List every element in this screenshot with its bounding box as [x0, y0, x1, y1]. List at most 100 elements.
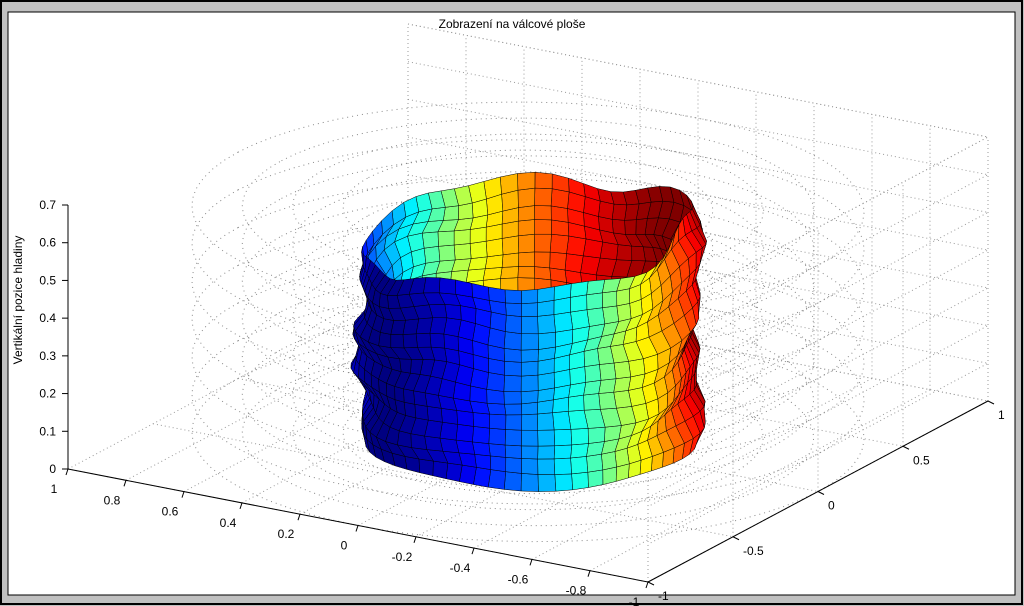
- x-tick-label: -0.4: [450, 561, 471, 575]
- surface-patch: [432, 460, 449, 480]
- surface-patch: [534, 266, 552, 281]
- surface-patch: [423, 246, 441, 264]
- surface-patch: [583, 393, 601, 411]
- surface-patch: [613, 390, 632, 409]
- surface-patch: [586, 453, 604, 473]
- surface-patch: [553, 283, 572, 301]
- surface-patch: [520, 349, 539, 363]
- surface-patch: [534, 187, 553, 207]
- surface-patch: [521, 458, 539, 475]
- y-tick-label: 1: [998, 408, 1005, 422]
- x-tick-label: -0.6: [508, 572, 529, 586]
- surface-patch: [489, 413, 507, 430]
- surface-patch: [499, 173, 519, 195]
- z-tick-label: 0.5: [39, 273, 56, 287]
- surface-patch: [521, 360, 539, 377]
- y-tick-label: -0.5: [743, 544, 764, 558]
- surface-patch: [570, 309, 590, 330]
- surface-patch: [440, 408, 458, 425]
- surface-patch: [537, 314, 556, 335]
- surface-patch: [587, 469, 604, 488]
- surface-patch: [534, 219, 552, 235]
- surface-patch: [552, 411, 572, 431]
- surface-patch: [504, 289, 522, 304]
- surface-patch: [586, 279, 606, 296]
- surface-patch: [501, 235, 519, 256]
- surface-patch: [490, 455, 507, 472]
- surface-patch: [553, 457, 572, 475]
- x-tick-label: 0: [341, 539, 348, 553]
- surface-patch: [503, 331, 522, 351]
- surface-patch: [455, 424, 474, 443]
- surface-patch: [443, 205, 459, 221]
- surface-patch: [403, 401, 417, 419]
- surface-patch: [601, 451, 617, 471]
- z-tick-label: 0: [49, 462, 56, 476]
- surface-patch: [521, 289, 539, 304]
- surface-patch: [474, 454, 492, 470]
- surface-patch: [403, 388, 416, 405]
- surface-patch: [486, 372, 505, 392]
- surface-patch: [631, 245, 646, 262]
- surface-patch: [602, 290, 618, 308]
- surface-patch: [521, 302, 538, 317]
- surface-patch: [456, 410, 474, 427]
- surface-patch: [505, 302, 522, 317]
- surface-patch: [587, 426, 606, 444]
- z-tick-label: 0.1: [39, 424, 56, 438]
- surface-patch: [444, 304, 462, 321]
- x-tick-label: -0.2: [392, 550, 413, 564]
- surface-patch: [517, 171, 536, 191]
- surface-patch: [553, 444, 573, 460]
- surface-patch: [537, 445, 556, 460]
- surface-patch: [534, 205, 552, 221]
- surface-patch: [611, 203, 628, 221]
- surface-patch: [402, 333, 418, 349]
- surface-patch: [500, 266, 519, 279]
- surface-patch: [517, 219, 535, 237]
- surface-patch: [439, 421, 458, 441]
- surface-patch: [551, 219, 570, 237]
- surface-patch: [567, 394, 585, 412]
- x-tick-label: -1: [629, 595, 640, 606]
- surface-patch: [570, 456, 589, 475]
- surface-patch: [570, 428, 589, 446]
- surface-patch: [616, 244, 633, 261]
- surface-patch: [537, 412, 555, 431]
- surface-patch: [429, 332, 445, 349]
- surface-patch: [415, 332, 432, 348]
- surface-patch: [501, 252, 519, 268]
- surface-patch: [472, 426, 490, 444]
- surface-patch: [426, 406, 443, 423]
- surface-patch: [504, 444, 522, 459]
- cylinder-surface: [350, 171, 707, 492]
- x-tick-label: 0.6: [162, 505, 179, 519]
- surface-patch: [613, 376, 632, 393]
- surface-patch: [611, 219, 626, 235]
- surface-patch: [566, 235, 587, 257]
- surface-patch: [553, 429, 573, 447]
- surface-patch: [521, 401, 538, 416]
- surface-patch: [503, 471, 522, 492]
- surface-patch: [504, 361, 522, 377]
- z-tick-label: 0.4: [39, 311, 56, 325]
- surface-patch: [521, 445, 539, 460]
- surface-patch: [503, 348, 522, 363]
- surface-patch: [571, 471, 589, 491]
- surface-patch: [445, 462, 463, 482]
- surface-patch: [517, 233, 535, 254]
- y-tick-label: -1: [658, 589, 669, 603]
- surface-patch: [437, 230, 455, 247]
- surface-patch: [586, 292, 603, 310]
- surface-patch: [520, 333, 539, 351]
- surface-patch: [604, 425, 622, 442]
- surface-patch: [390, 334, 405, 349]
- surface-patch: [521, 429, 539, 447]
- y-tick-label: 0: [828, 499, 835, 513]
- surface-patch: [520, 473, 539, 492]
- surface-patch: [486, 402, 507, 416]
- surface-patch: [487, 469, 506, 490]
- surface-patch: [521, 316, 539, 335]
- surface-patch: [472, 441, 491, 457]
- surface-patch: [485, 238, 504, 258]
